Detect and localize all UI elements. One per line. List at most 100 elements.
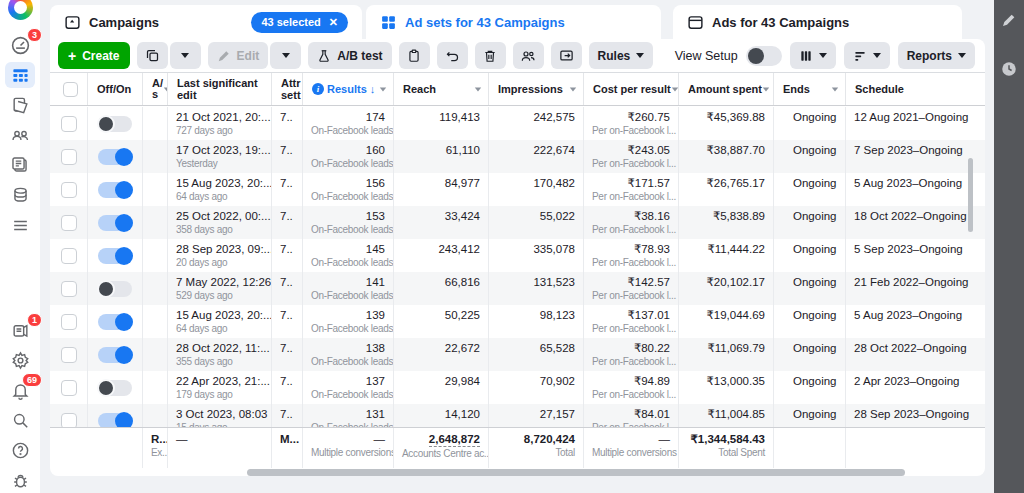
- row-checkbox[interactable]: [61, 314, 77, 330]
- ads-reporting-icon[interactable]: [5, 152, 35, 178]
- table-row[interactable]: 17 Oct 2023, 19:...Yesterday 7.. 160On-F…: [50, 140, 985, 173]
- row-toggle[interactable]: [98, 248, 132, 264]
- table-row[interactable]: 3 Oct 2023, 08:0315 days ago 7.. 131On-F…: [50, 404, 985, 427]
- table-row[interactable]: 15 Aug 2023, 20:...64 days ago 7.. 156On…: [50, 173, 985, 206]
- notifications-bell-icon[interactable]: 69: [5, 377, 35, 403]
- ads-manager-logo[interactable]: [5, 0, 35, 20]
- table-row[interactable]: 25 Oct 2022, 00:...358 days ago 7.. 153O…: [50, 206, 985, 239]
- edit-pencil-icon[interactable]: [1001, 12, 1017, 32]
- chevron-down-icon: [282, 53, 290, 58]
- chevron-down-icon: [181, 53, 189, 58]
- duplicate-button[interactable]: [137, 42, 168, 69]
- col-ends[interactable]: Ends: [774, 73, 846, 105]
- settings-gear-icon[interactable]: [5, 347, 35, 373]
- table-row[interactable]: 28 Sep 2023, 09:...20 days ago 7.. 145On…: [50, 239, 985, 272]
- chevron-down-icon: [636, 53, 644, 58]
- row-toggle[interactable]: [98, 215, 132, 231]
- table-row[interactable]: 28 Oct 2022, 11:...355 days ago 7.. 138O…: [50, 338, 985, 371]
- tab-ads-label: Ads for 43 Campaigns: [712, 15, 849, 30]
- col-attr[interactable]: Attrsett: [272, 73, 303, 105]
- help-icon[interactable]: [5, 437, 35, 463]
- reports-button[interactable]: Reports: [898, 42, 975, 69]
- pages-icon[interactable]: [5, 92, 35, 118]
- table-footer: R...Ex... — M... —Multiple conversions 2…: [50, 427, 985, 468]
- table-row[interactable]: 22 Apr 2023, 21:...179 days ago 7.. 137O…: [50, 371, 985, 404]
- duplicate-dropdown-button[interactable]: [170, 42, 201, 69]
- create-button[interactable]: + Create: [58, 42, 130, 69]
- clipboard-button[interactable]: [399, 42, 430, 69]
- tab-ad-sets-label: Ad sets for 43 Campaigns: [405, 15, 565, 30]
- undo-button[interactable]: [437, 42, 468, 69]
- row-toggle[interactable]: [98, 281, 132, 297]
- billing-icon[interactable]: [5, 182, 35, 208]
- updates-icon[interactable]: 1: [5, 317, 35, 343]
- history-clock-icon[interactable]: [1000, 60, 1018, 82]
- table-header: Off/On A/s Last significantedit Attrsett…: [50, 72, 985, 106]
- col-reach[interactable]: Reach: [394, 73, 489, 105]
- campaigns-folder-icon: [64, 14, 81, 31]
- breakdown-button[interactable]: [844, 42, 890, 69]
- row-checkbox[interactable]: [61, 149, 77, 165]
- col-results[interactable]: i Results ↓: [303, 73, 394, 105]
- delete-button[interactable]: [475, 42, 506, 69]
- rules-button[interactable]: Rules: [589, 42, 654, 69]
- content-card: + Create Edit A/B test: [50, 39, 985, 476]
- row-checkbox[interactable]: [61, 281, 77, 297]
- row-toggle[interactable]: [98, 182, 132, 198]
- table-row[interactable]: 7 May 2022, 12:26529 days ago 7.. 141On-…: [50, 272, 985, 305]
- edit-dropdown-button[interactable]: [270, 42, 301, 69]
- row-checkbox[interactable]: [61, 380, 77, 396]
- undo-icon: [445, 48, 460, 63]
- campaigns-table-icon[interactable]: [5, 62, 35, 88]
- plus-icon: +: [68, 48, 76, 64]
- columns-icon: [799, 49, 813, 63]
- row-checkbox[interactable]: [61, 215, 77, 231]
- row-checkbox[interactable]: [61, 413, 77, 428]
- table-body: 21 Oct 2021, 20:...727 days ago 7.. 174O…: [50, 107, 985, 427]
- edit-button[interactable]: Edit: [208, 42, 269, 69]
- col-impressions[interactable]: Impressions: [489, 73, 584, 105]
- tab-campaigns[interactable]: Campaigns 43 selected✕: [50, 5, 362, 39]
- clear-selection-icon[interactable]: ✕: [329, 16, 338, 29]
- row-checkbox[interactable]: [61, 248, 77, 264]
- table-row[interactable]: 21 Oct 2021, 20:...727 days ago 7.. 174O…: [50, 107, 985, 140]
- selected-count-pill[interactable]: 43 selected✕: [251, 12, 348, 33]
- info-icon: i: [312, 83, 324, 95]
- row-toggle[interactable]: [98, 347, 132, 363]
- row-toggle[interactable]: [98, 380, 132, 396]
- row-toggle[interactable]: [98, 116, 132, 132]
- select-all-checkbox[interactable]: [63, 82, 78, 97]
- ads-icon: [687, 14, 704, 31]
- all-tools-menu-icon[interactable]: [5, 212, 35, 238]
- row-toggle[interactable]: [98, 149, 132, 165]
- tab-ad-sets[interactable]: Ad sets for 43 Campaigns: [366, 5, 661, 39]
- account-overview-icon[interactable]: 3: [5, 32, 35, 58]
- col-spent[interactable]: Amount spent: [679, 73, 774, 105]
- col-last-edit[interactable]: Last significantedit: [168, 73, 272, 105]
- tab-campaigns-label: Campaigns: [89, 15, 159, 30]
- row-toggle[interactable]: [98, 314, 132, 330]
- horizontal-scrollbar[interactable]: [247, 469, 905, 476]
- ab-test-button[interactable]: A/B test: [308, 42, 391, 69]
- export-button[interactable]: [551, 42, 582, 69]
- col-cost[interactable]: Cost per result: [584, 73, 679, 105]
- vertical-scrollbar[interactable]: [968, 158, 973, 232]
- audiences-icon[interactable]: [5, 122, 35, 148]
- table-row[interactable]: 15 Aug 2023, 20:...64 days ago 7.. 139On…: [50, 305, 985, 338]
- view-setup-toggle[interactable]: [746, 46, 782, 66]
- trash-icon: [483, 49, 497, 63]
- tab-ads[interactable]: Ads for 43 Campaigns: [673, 5, 962, 39]
- right-sidebar: [994, 0, 1024, 493]
- row-toggle[interactable]: [98, 413, 132, 428]
- row-checkbox[interactable]: [61, 116, 77, 132]
- report-bug-icon[interactable]: [5, 467, 35, 493]
- assign-button[interactable]: [513, 42, 544, 69]
- col-ab[interactable]: A/s: [143, 73, 168, 105]
- row-checkbox[interactable]: [61, 182, 77, 198]
- search-icon[interactable]: [5, 407, 35, 433]
- view-setup-label: View Setup: [675, 49, 738, 63]
- col-schedule[interactable]: Schedule: [846, 73, 985, 105]
- col-off-on[interactable]: Off/On: [88, 73, 143, 105]
- row-checkbox[interactable]: [61, 347, 77, 363]
- columns-button[interactable]: [790, 42, 836, 69]
